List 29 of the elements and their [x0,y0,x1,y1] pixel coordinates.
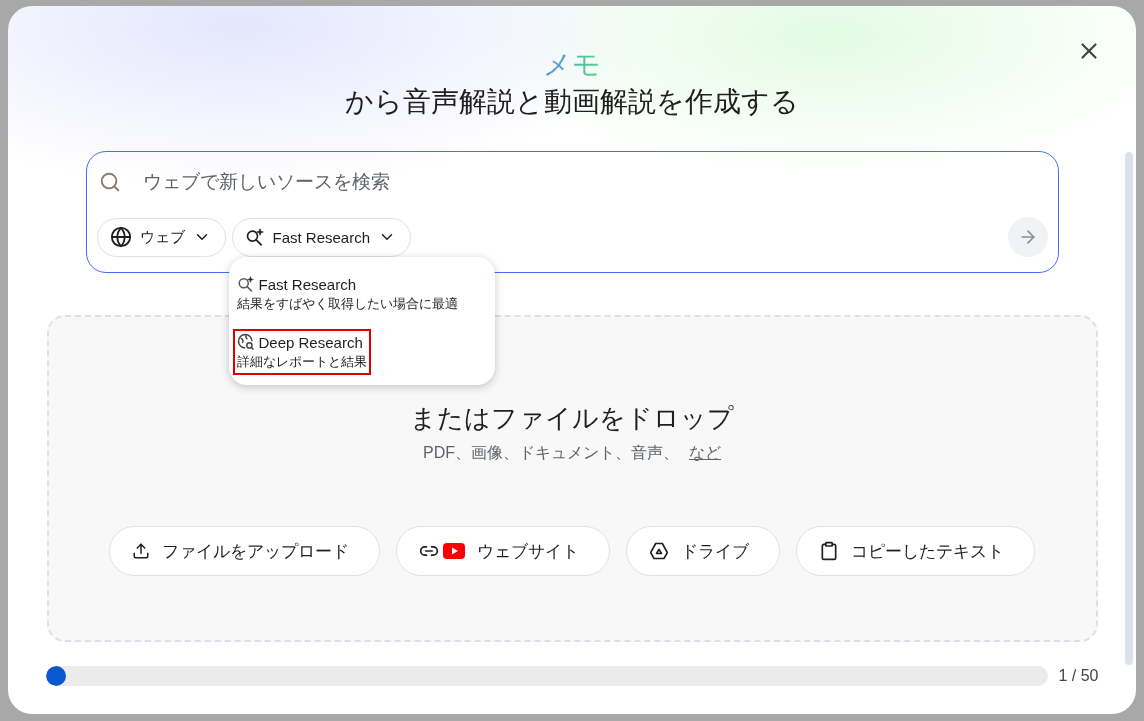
menu-item[interactable]: Fast Research 結果をすばやく取得したい場合に最適 [234,273,460,315]
send-button[interactable] [1007,217,1048,257]
upload-icon [132,542,150,560]
drop-title: またはファイルをドロップ [410,402,734,435]
scrollbar[interactable] [1125,152,1133,665]
clipboard-icon [819,541,839,561]
menu-item[interactable]: Deep Research 詳細なレポートと結果 [234,331,369,373]
video-play-icon [443,543,465,559]
globe-icon [109,226,132,248]
drive-icon [649,541,669,561]
more-link[interactable]: など [689,443,721,464]
sparkle-search-icon [244,227,265,247]
source-count: 1 / 50 [1058,667,1099,685]
globe-search-icon [236,333,255,351]
menu-item-description: 詳細なレポートと結果 [236,353,367,371]
source-button[interactable]: コピーしたテキスト [796,526,1035,576]
search-icon [98,171,121,193]
source-button[interactable]: ファイルをアップロード [109,526,380,576]
source-dropdown[interactable]: Fast Research [231,217,412,257]
source-button[interactable]: ドライブ [626,526,780,576]
menu-item-label: Deep Research [258,333,363,351]
sparkle-search-icon [236,275,255,293]
menu-item-label: Fast Research [258,275,357,293]
search-field[interactable]: ウェブで新しいソースを検索 [140,170,845,194]
source-button[interactable]: ウェブサイト [396,526,610,576]
menu-item-description: 結果をすばやく取得したい場合に最適 [236,295,458,313]
file-types-text: PDF、画像、ドキュメント、音声、 [423,443,679,463]
source-dropdown[interactable]: ウェブ [96,217,226,257]
dialog-title: から音声解説と動画解説を作成する [345,85,799,119]
